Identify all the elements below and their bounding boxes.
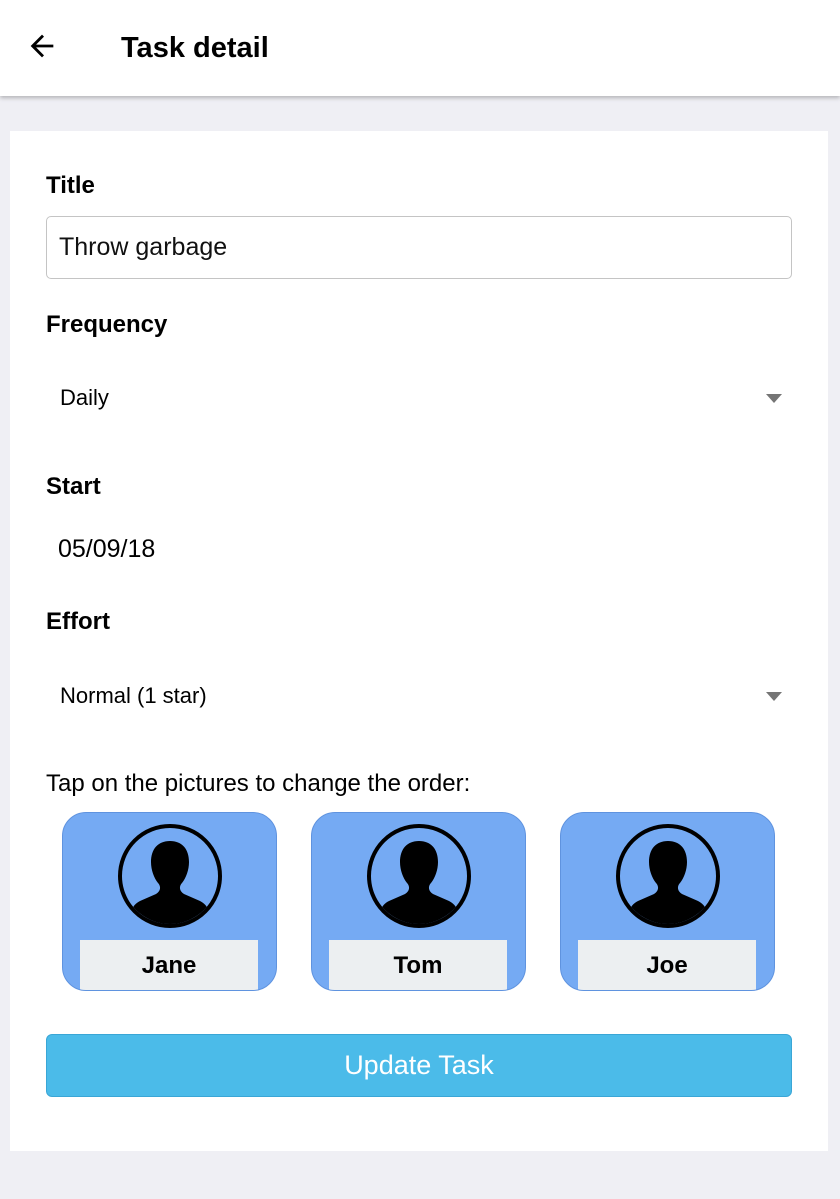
assignee-tile-joe[interactable]: Joe xyxy=(560,812,775,991)
frequency-value: Daily xyxy=(60,385,109,410)
assignee-name: Jane xyxy=(80,940,258,990)
dropdown-caret-icon xyxy=(766,691,782,701)
title-input[interactable] xyxy=(46,216,792,279)
assignee-tile-jane[interactable]: Jane xyxy=(62,812,277,991)
frequency-label: Frequency xyxy=(46,311,168,338)
start-date-field[interactable]: 05/09/18 xyxy=(58,534,155,564)
assignee-tile-tom[interactable]: Tom xyxy=(311,812,526,991)
start-label: Start xyxy=(46,473,101,500)
back-button[interactable] xyxy=(18,22,66,70)
task-form-card: Title Frequency Daily Start 05/09/18 Eff… xyxy=(10,131,828,1151)
user-silhouette-icon xyxy=(367,824,471,928)
title-label: Title xyxy=(46,172,95,199)
arrow-left-icon xyxy=(30,34,54,58)
effort-label: Effort xyxy=(46,608,110,635)
assignee-name: Tom xyxy=(329,940,507,990)
assignee-name: Joe xyxy=(578,940,756,990)
app-bar: Task detail xyxy=(0,0,840,96)
page-title: Task detail xyxy=(121,32,269,64)
effort-select[interactable]: Normal (1 star) xyxy=(46,667,792,725)
assignee-order-list: Jane Tom Joe xyxy=(62,812,776,992)
update-task-button[interactable]: Update Task xyxy=(46,1034,792,1097)
order-hint: Tap on the pictures to change the order: xyxy=(46,770,471,797)
dropdown-caret-icon xyxy=(766,393,782,403)
user-silhouette-icon xyxy=(118,824,222,928)
user-silhouette-icon xyxy=(616,824,720,928)
frequency-select[interactable]: Daily xyxy=(46,369,792,427)
effort-value: Normal (1 star) xyxy=(60,683,207,708)
